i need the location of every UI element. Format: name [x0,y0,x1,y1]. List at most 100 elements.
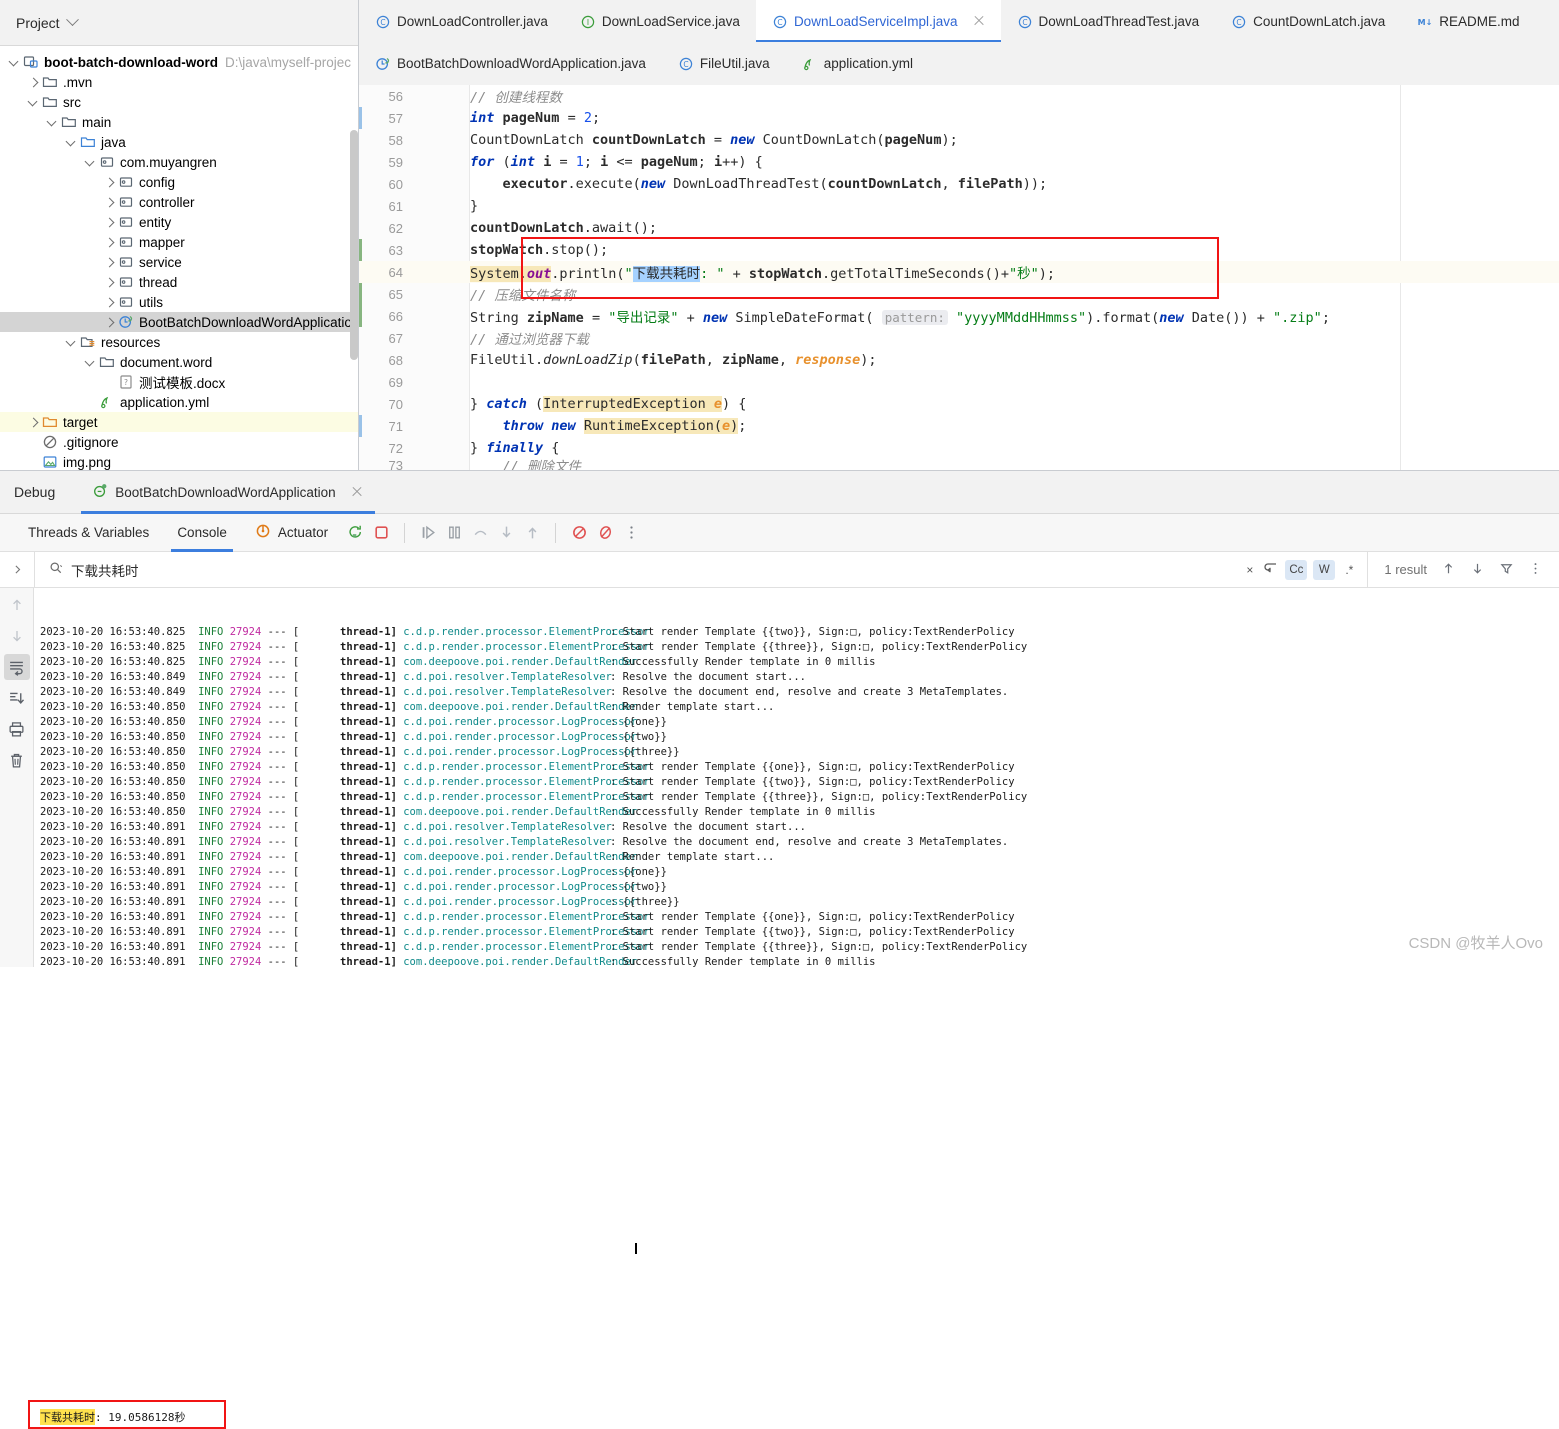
clear-search-icon[interactable]: × [1242,563,1257,577]
editor-tab-readme-md[interactable]: M↓ README.md [1401,0,1535,42]
tree-node-target[interactable]: target [0,412,358,432]
tree-node-java[interactable]: java [0,132,358,152]
more-options-icon[interactable] [618,520,644,546]
tree-node-bootbatchdownloadwordapplication[interactable]: BootBatchDownloadWordApplication [0,312,358,332]
tree-node-mapper[interactable]: mapper [0,232,358,252]
tree-node-src[interactable]: src [0,92,358,112]
chevron-right-icon[interactable] [103,256,116,269]
new-line-icon[interactable] [1263,561,1279,578]
tree-node-resources[interactable]: resources [0,332,358,352]
project-panel-header[interactable]: Project [0,0,358,46]
tree-node-service[interactable]: service [0,252,358,272]
chevron-down-icon[interactable] [65,13,79,27]
clear-all-icon[interactable] [4,747,30,773]
code-lines[interactable]: 56 // 创建线程数 57 int pageNum = 2; 58 CountDow… [359,85,1559,470]
scroll-to-end-icon[interactable] [4,685,30,711]
prev-match-icon[interactable] [1441,561,1456,579]
code-text[interactable]: int pageNum = 2; [470,110,1559,126]
tab-actuator[interactable]: Actuator [241,514,342,552]
code-text[interactable]: executor.execute(new DownLoadThreadTest(… [470,176,1559,192]
tree-node-entity[interactable]: entity [0,212,358,232]
tree-node-docx[interactable]: ? 测试模板.docx [0,372,358,392]
chevron-right-icon[interactable] [27,76,40,89]
code-text[interactable]: countDownLatch.await(); [470,220,1559,236]
close-icon[interactable] [973,15,985,27]
debug-run-config-tab[interactable]: BootBatchDownloadWordApplication [81,471,376,514]
chevron-right-icon[interactable] [27,416,40,429]
pause-icon[interactable] [441,520,467,546]
tab-console[interactable]: Console [163,514,241,552]
code-text[interactable]: throw new RuntimeException(e); [470,418,1559,434]
code-text[interactable]: for (int i = 1; i <= pageNum; i++) { [470,154,1559,170]
chevron-down-icon[interactable] [84,156,97,169]
rerun-icon[interactable] [342,520,368,546]
chevron-right-icon[interactable] [103,236,116,249]
mute-breakpoints-icon[interactable] [566,520,592,546]
scroll-down-icon[interactable] [4,623,30,649]
code-text[interactable]: } finally { [470,440,1559,456]
editor-tab-downloadserviceimpl-java[interactable]: C DownLoadServiceImpl.java [755,0,1001,42]
editor-tab-downloadthreadtest-java[interactable]: C DownLoadThreadTest.java [1001,0,1216,42]
chevron-down-icon[interactable] [65,136,78,149]
code-text[interactable]: System.out.println("下载共耗时: " + stopWatch… [470,262,1559,282]
chevron-right-icon[interactable] [103,276,116,289]
chevron-right-icon[interactable] [103,316,116,329]
chevron-right-icon[interactable] [103,176,116,189]
tree-node-boot-batch-download-word[interactable]: boot-batch-download-word D:\java\myself-p… [0,52,358,72]
more-options-icon[interactable] [1528,561,1543,579]
print-icon[interactable] [4,716,30,742]
soft-wrap-icon[interactable] [3,654,30,680]
code-editor[interactable]: 56 // 创建线程数 57 int pageNum = 2; 58 CountDow… [359,85,1559,470]
chevron-down-icon[interactable] [46,116,59,129]
code-text[interactable]: stopWatch.stop(); [470,242,1559,258]
editor-tab-downloadcontroller-java[interactable]: C DownLoadController.java [359,0,564,42]
tab-threads-variables[interactable]: Threads & Variables [14,514,163,552]
tree-node-utils[interactable]: utils [0,292,358,312]
regex-toggle[interactable]: .* [1341,563,1357,577]
words-toggle[interactable]: W [1313,559,1336,580]
tree-node-gitignore[interactable]: .gitignore [0,432,358,452]
scroll-up-icon[interactable] [4,592,30,618]
chevron-right-icon[interactable] [103,296,116,309]
project-tree[interactable]: boot-batch-download-word D:\java\myself-p… [0,46,358,470]
chevron-right-icon[interactable] [103,196,116,209]
editor-tab-application-yml[interactable]: application.yml [786,42,929,85]
editor-tab-bootbatchdownloadwordapplication-java[interactable]: BootBatchDownloadWordApplication.java [359,42,662,85]
chevron-down-icon[interactable] [27,96,40,109]
stop-icon[interactable] [368,520,394,546]
tree-node-thread[interactable]: thread [0,272,358,292]
tree-node-document-word[interactable]: document.word [0,352,358,372]
code-text[interactable]: CountDownLatch countDownLatch = new Coun… [470,132,1559,148]
filter-icon[interactable] [1499,561,1514,579]
code-text[interactable]: } catch (InterruptedException e) { [470,396,1559,412]
chevron-right-icon[interactable] [103,216,116,229]
step-over-icon[interactable] [467,520,493,546]
editor-tab-fileutil-java[interactable]: C FileUtil.java [662,42,786,85]
close-icon[interactable] [351,486,363,498]
editor-tab-countdownlatch-java[interactable]: C CountDownLatch.java [1215,0,1401,42]
resume-icon[interactable] [415,520,441,546]
tree-node-img-png[interactable]: img.png [0,452,358,470]
match-case-toggle[interactable]: Cc [1285,559,1308,580]
next-match-icon[interactable] [1470,561,1485,579]
search-input[interactable]: 下载共耗时 [34,551,1242,588]
code-text[interactable]: } [470,198,1559,214]
tree-node-config[interactable]: config [0,172,358,192]
expand-toggle-icon[interactable] [0,563,34,576]
chevron-down-icon[interactable] [84,356,97,369]
console-output[interactable]: 2023-10-20 16:53:40.825 INFO 27924 --- [… [34,624,1559,967]
tree-node-main[interactable]: main [0,112,358,132]
tree-node-com-muyangren[interactable]: com.muyangren [0,152,358,172]
code-text[interactable]: FileUtil.downLoadZip(filePath, zipName, … [470,352,1559,368]
chevron-down-icon[interactable] [65,336,78,349]
tree-node-mvn[interactable]: .mvn [0,72,358,92]
chevron-down-icon[interactable] [8,56,21,69]
editor-tab-downloadservice-java[interactable]: I DownLoadService.java [564,0,756,42]
view-breakpoints-icon[interactable] [592,520,618,546]
step-into-icon[interactable] [493,520,519,546]
tree-node-application-yml[interactable]: application.yml [0,392,358,412]
project-tree-scrollbar[interactable] [350,130,358,360]
code-text[interactable]: String zipName = "导出记录" + new SimpleDate… [470,306,1559,326]
tree-node-controller[interactable]: controller [0,192,358,212]
step-out-icon[interactable] [519,520,545,546]
